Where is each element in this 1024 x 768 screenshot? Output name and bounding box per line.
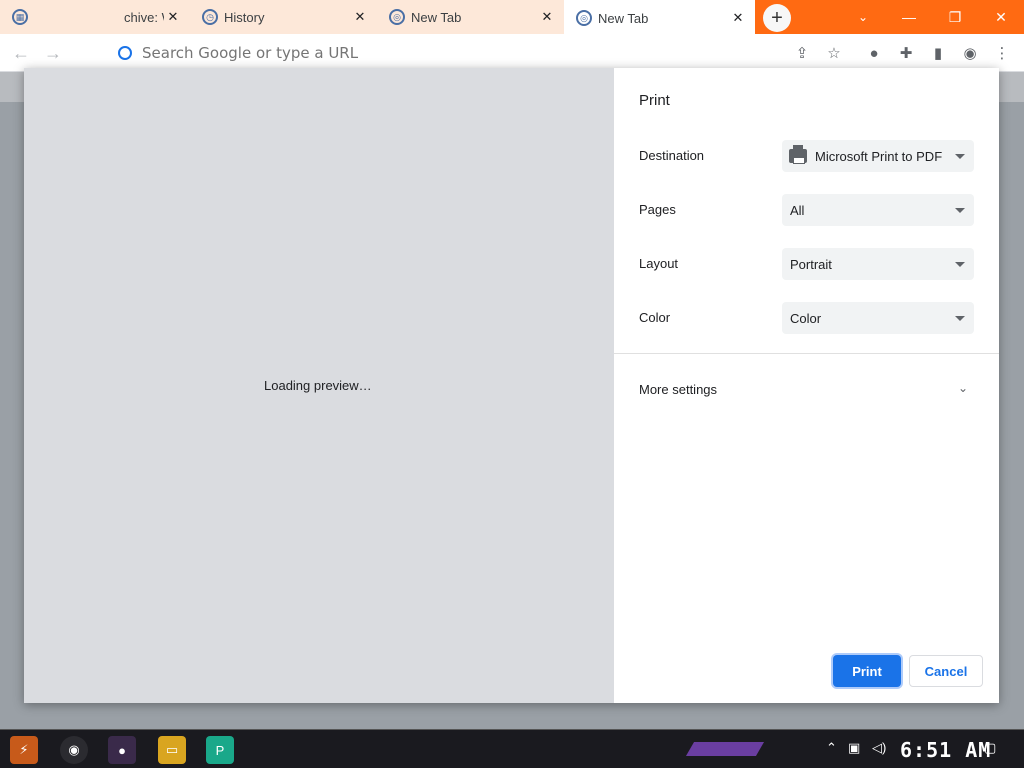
publisher-app-icon[interactable]: P [206,736,234,764]
preview-loading-text: Loading preview… [264,378,372,393]
new-tab-button[interactable]: + [763,4,791,32]
settings-divider [614,353,999,354]
print-dialog: Loading preview… Print Destination Micro… [24,68,999,703]
new-tab-favicon-icon: ◎ [576,10,592,26]
tab-label: New Tab [598,10,649,26]
color-label: Color [639,310,671,325]
dialog-title: Print [639,92,670,109]
tab-close-icon[interactable]: ✕ [538,8,556,26]
restore-button[interactable]: ❐ [932,0,978,34]
tab-close-icon[interactable]: ✕ [729,9,747,27]
omnibox-input[interactable] [142,44,742,62]
tray-expand-icon[interactable]: ⌃ [826,740,837,756]
color-select[interactable]: Color [782,302,974,334]
start-button-icon[interactable]: ⚡ [10,736,38,764]
firefox-taskbar-icon[interactable]: ● [108,736,136,764]
taskbar-clock[interactable]: 6:51 AM [900,738,991,762]
forward-button[interactable]: → [42,42,64,64]
tab-label: chive: W [124,9,164,25]
tab-close-icon[interactable]: ✕ [351,8,369,26]
print-button[interactable]: Print [833,655,901,687]
layout-value: Portrait [790,256,832,272]
file-explorer-icon[interactable]: ▭ [158,736,186,764]
color-value: Color [790,310,822,326]
dropdown-caret-icon [955,207,965,213]
tab-favicon-icon: ▦ [12,9,28,25]
menu-kebab-icon[interactable]: ⋮ [992,43,1012,63]
destination-select[interactable]: Microsoft Print to PDF [782,140,974,172]
layout-select[interactable]: Portrait [782,248,974,280]
network-icon[interactable]: ▣ [848,740,860,756]
pages-select[interactable]: All [782,194,974,226]
browser-toolbar: ← → ⇪ ☆ ● ✚ ▮ ◉ ⋮ [0,34,1024,72]
chevron-down-icon[interactable]: ⌄ [956,381,970,395]
tab-label: History [224,9,265,25]
tab-close-icon[interactable]: ✕ [164,8,182,26]
google-icon [118,46,132,60]
chrome-taskbar-icon[interactable]: ◉ [60,736,88,764]
extensions-puzzle-icon[interactable]: ✚ [896,43,916,63]
history-icon: ◷ [202,9,218,25]
close-window-button[interactable]: ✕ [978,0,1024,34]
tab-archive[interactable]: ▦ chive: W ✕ [0,0,190,34]
dropdown-caret-icon [955,153,965,159]
print-preview-area: Loading preview… [24,68,614,703]
destination-value: Microsoft Print to PDF [815,148,943,164]
omnibox[interactable] [110,40,778,66]
tab-new-tab[interactable]: ◎ New Tab ✕ [377,0,564,34]
profile-icon[interactable]: ◉ [960,43,980,63]
tab-strip: ▦ chive: W ✕ ◷ History ✕ ◎ New Tab ✕ ◎ N… [0,0,1024,36]
print-settings-panel: Print Destination Microsoft Print to PDF… [614,68,999,703]
taskbar-decoration [685,742,765,756]
printer-icon [789,145,807,164]
share-icon[interactable]: ⇪ [792,43,812,63]
new-tab-favicon-icon: ◎ [389,9,405,25]
tab-label: New Tab [411,9,462,25]
tab-history[interactable]: ◷ History ✕ [190,0,377,34]
minimize-button[interactable]: — [886,0,932,34]
tab-search-chevron-icon[interactable]: ⌄ [840,0,886,34]
extension-avatar-icon[interactable]: ● [864,43,884,63]
bookmark-star-icon[interactable]: ☆ [824,43,844,63]
more-settings-toggle[interactable]: More settings [639,382,717,397]
volume-icon[interactable]: ◁) [872,740,886,756]
dropdown-caret-icon [955,315,965,321]
dropdown-caret-icon [955,261,965,267]
pages-value: All [790,202,805,218]
destination-label: Destination [639,148,705,163]
pages-label: Pages [639,202,676,217]
layout-label: Layout [639,256,679,271]
taskbar: ⚡ ◉ ● ▭ P ⌃ ▣ ◁) 6:51 AM ▢ [0,729,1024,768]
cancel-button[interactable]: Cancel [909,655,983,687]
side-panel-icon[interactable]: ▮ [928,43,948,63]
tab-new-tab-active[interactable]: ◎ New Tab ✕ [564,0,755,36]
notifications-icon[interactable]: ▢ [984,740,996,756]
back-button[interactable]: ← [10,42,32,64]
